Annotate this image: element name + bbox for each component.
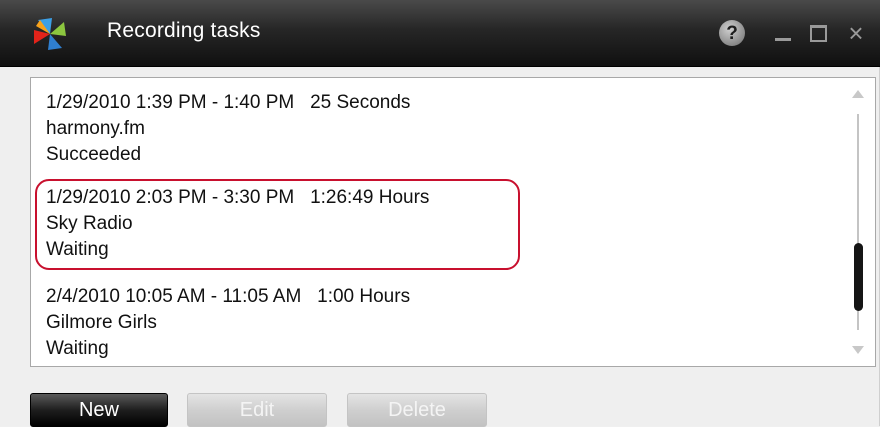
close-icon[interactable]: × xyxy=(843,18,869,48)
task-duration: 25 Seconds xyxy=(310,92,411,113)
help-icon[interactable]: ? xyxy=(719,20,745,46)
list-item[interactable]: 2/4/2010 10:05 AM - 11:05 AM 1:00 Hours … xyxy=(46,284,410,362)
pinwheel-logo-icon xyxy=(34,18,66,50)
task-status: Succeeded xyxy=(46,144,142,165)
vertical-scrollbar[interactable] xyxy=(849,86,867,358)
task-time-line: 2/4/2010 10:05 AM - 11:05 AM 1:00 Hours xyxy=(46,284,410,310)
task-status: Waiting xyxy=(46,239,109,260)
task-duration: 1:00 Hours xyxy=(317,286,411,307)
task-time-range: 2/4/2010 10:05 AM - 11:05 AM xyxy=(46,286,302,307)
task-time-line: 1/29/2010 2:03 PM - 3:30 PM 1:26:49 Hour… xyxy=(46,185,429,211)
list-item[interactable]: 1/29/2010 2:03 PM - 3:30 PM 1:26:49 Hour… xyxy=(46,185,429,263)
scroll-up-arrow-icon[interactable] xyxy=(852,90,864,98)
window-title: Recording tasks xyxy=(107,19,261,42)
new-button[interactable]: New xyxy=(30,393,168,427)
title-bar[interactable]: Recording tasks ? × xyxy=(0,0,880,67)
scroll-down-arrow-icon[interactable] xyxy=(852,346,864,354)
task-time-range: 1/29/2010 2:03 PM - 3:30 PM xyxy=(46,187,295,208)
edit-button[interactable]: Edit xyxy=(187,393,327,427)
minimize-icon[interactable] xyxy=(770,18,796,48)
task-status: Waiting xyxy=(46,338,109,359)
maximize-icon[interactable] xyxy=(805,18,831,48)
scroll-thumb[interactable] xyxy=(854,243,863,311)
recording-tasks-window: Recording tasks ? × 1/29/2010 1:39 PM - … xyxy=(0,0,880,427)
list-item[interactable]: 1/29/2010 1:39 PM - 1:40 PM 25 Seconds h… xyxy=(46,90,410,168)
task-time-range: 1/29/2010 1:39 PM - 1:40 PM xyxy=(46,92,295,113)
task-station: Sky Radio xyxy=(46,213,133,234)
task-station: harmony.fm xyxy=(46,118,145,139)
task-duration: 1:26:49 Hours xyxy=(310,187,430,208)
task-station: Gilmore Girls xyxy=(46,312,157,333)
delete-button[interactable]: Delete xyxy=(347,393,487,427)
recording-tasks-list[interactable]: 1/29/2010 1:39 PM - 1:40 PM 25 Seconds h… xyxy=(30,77,876,367)
task-time-line: 1/29/2010 1:39 PM - 1:40 PM 25 Seconds xyxy=(46,90,410,116)
